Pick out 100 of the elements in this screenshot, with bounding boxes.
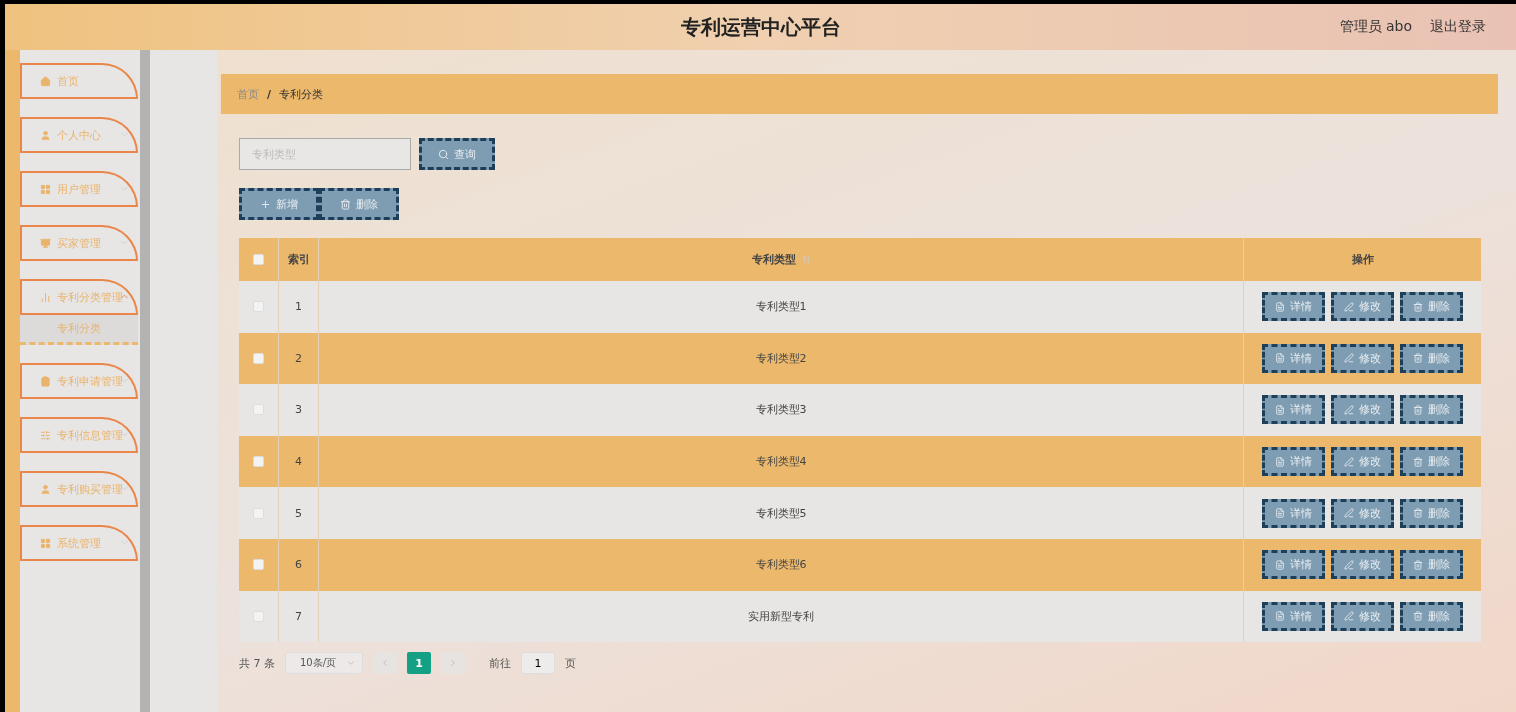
details-button[interactable]: 详情 (1262, 550, 1325, 580)
plus-icon (260, 198, 271, 210)
column-header: 操作 (1350, 252, 1375, 268)
breadcrumb-separator: / (267, 87, 272, 101)
sidebar-item[interactable]: 专利购买管理 (20, 471, 138, 507)
row-checkbox[interactable] (253, 352, 264, 364)
document-icon (1275, 353, 1285, 364)
goto-label: 前往 (489, 655, 511, 671)
document-icon (1275, 405, 1285, 415)
edit-button[interactable]: 修改 (1331, 343, 1394, 373)
sidebar-item[interactable]: 专利分类管理 (20, 279, 138, 315)
sidebar-item[interactable]: 个人中心 (20, 117, 138, 153)
details-button[interactable]: 详情 (1262, 447, 1325, 477)
delete-button[interactable]: 删除 (1400, 550, 1463, 580)
sliders-icon (40, 429, 51, 441)
edit-button[interactable]: 修改 (1331, 292, 1394, 322)
scrollbar[interactable] (140, 50, 150, 712)
search-icon (438, 148, 449, 160)
pen-icon (1344, 301, 1354, 312)
delete-button[interactable]: 删除 (1400, 498, 1463, 528)
sidebar-item[interactable]: 用户管理 (20, 171, 138, 207)
delete-button[interactable]: 删除 (1400, 343, 1463, 373)
trash-icon (1413, 301, 1423, 312)
page-size-select[interactable]: 10条/页 (285, 652, 363, 675)
search-button[interactable]: 查询 (419, 138, 495, 170)
table-cell: 7 (279, 590, 319, 643)
breadcrumb-link[interactable]: 首页 (237, 86, 259, 102)
chevron-left-icon (380, 658, 390, 669)
total-count: 共 7 条 (239, 655, 275, 671)
trash-icon (1413, 353, 1423, 364)
table-cell: 5 (279, 487, 319, 539)
document-icon (1275, 559, 1285, 570)
pen-icon (1344, 456, 1354, 467)
delete-button[interactable]: 删除 (1400, 395, 1463, 425)
trash-icon (1413, 559, 1423, 570)
user-name: 管理员 abo (1339, 18, 1412, 36)
edit-button[interactable]: 修改 (1331, 498, 1394, 528)
page-number-field[interactable]: 1 (521, 652, 555, 675)
logout-link[interactable]: 退出登录 (1430, 18, 1486, 36)
table-cell: 专利类型6 (319, 538, 1244, 591)
pen-icon (1344, 353, 1354, 364)
edit-button[interactable]: 修改 (1331, 447, 1394, 477)
details-button[interactable]: 详情 (1262, 601, 1325, 631)
column-header: 专利类型 (751, 252, 796, 267)
trash-icon (1413, 456, 1423, 467)
grid-icon (40, 537, 51, 549)
previous-page-button[interactable] (373, 652, 397, 675)
delete-button[interactable]: 删除 (1400, 601, 1463, 631)
table-cell: 专利类型1 (319, 281, 1244, 333)
submenu-item[interactable]: 专利分类 (20, 315, 138, 345)
sign-icon (40, 237, 51, 249)
document-icon (1275, 508, 1285, 519)
next-page-button[interactable] (441, 652, 465, 675)
edit-button[interactable]: 修改 (1331, 395, 1394, 425)
pen-icon (1344, 611, 1354, 622)
pen-icon (1344, 559, 1354, 570)
trash-icon (340, 198, 351, 210)
table-cell: 专利类型5 (319, 487, 1244, 539)
table-cell: 6 (279, 538, 319, 591)
pen-icon (1344, 405, 1354, 415)
select-all-checkbox[interactable] (253, 254, 264, 265)
page-unit-label: 页 (565, 655, 576, 671)
sidebar-item[interactable]: 专利信息管理 (20, 417, 138, 453)
breadcrumb-link[interactable]: 专利分类 (279, 86, 324, 102)
row-checkbox[interactable] (253, 559, 264, 571)
document-icon (1275, 456, 1285, 467)
delete-button[interactable]: 删除 (319, 188, 399, 220)
document-icon (1275, 611, 1285, 622)
details-button[interactable]: 详情 (1262, 498, 1325, 528)
details-button[interactable]: 详情 (1262, 395, 1325, 425)
table-cell: 1 (279, 281, 319, 333)
chevron-right-icon (448, 658, 458, 669)
details-button[interactable]: 详情 (1262, 292, 1325, 322)
sidebar-item[interactable]: 专利申请管理 (20, 363, 138, 399)
document-icon (1275, 301, 1285, 312)
delete-button[interactable]: 删除 (1400, 292, 1463, 322)
table-cell: 3 (279, 384, 319, 436)
sort-icon[interactable] (801, 255, 811, 264)
table-cell: 专利类型3 (319, 384, 1244, 436)
add-button[interactable]: 新增 (239, 188, 319, 220)
row-checkbox[interactable] (253, 456, 264, 468)
home-icon (40, 75, 51, 87)
delete-button[interactable]: 删除 (1400, 447, 1463, 477)
clipboard-icon (40, 375, 51, 387)
edit-button[interactable]: 修改 (1331, 550, 1394, 580)
user-icon (40, 483, 51, 495)
page-title: 专利运营中心平台 (680, 14, 841, 39)
user-icon (40, 129, 51, 141)
sidebar-item[interactable]: 首页 (20, 63, 138, 99)
pen-icon (1344, 508, 1354, 519)
page-button[interactable]: 1 (407, 652, 431, 675)
sidebar-item[interactable]: 系统管理 (20, 525, 138, 561)
sidebar-item[interactable]: 买家管理 (20, 225, 138, 261)
trash-icon (1413, 611, 1423, 622)
edit-button[interactable]: 修改 (1331, 601, 1394, 631)
table-cell: 实用新型专利 (319, 590, 1244, 643)
bar-chart-icon (40, 291, 51, 303)
details-button[interactable]: 详情 (1262, 343, 1325, 373)
trash-icon (1413, 405, 1423, 415)
grid-icon (40, 183, 51, 195)
